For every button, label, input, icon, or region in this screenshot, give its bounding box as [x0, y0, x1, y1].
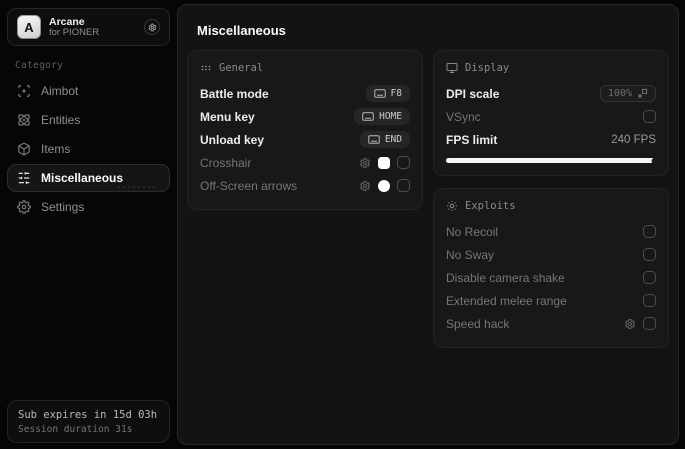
unload-key-keybind-button[interactable]: END	[359, 131, 410, 148]
menu-key-label: Menu key	[200, 109, 255, 124]
page-title: Miscellaneous	[197, 23, 286, 38]
dpi-scale-row: DPI scale 100%	[446, 82, 656, 105]
dpi-scale-value: 100%	[607, 88, 632, 99]
fps-limit-slider[interactable]	[446, 158, 657, 163]
logo-card: A Arcane for PIONER	[7, 8, 170, 46]
offscreen-arrows-row: Off-Screen arrows	[200, 174, 410, 197]
offscreen-arrows-checkbox[interactable]	[397, 179, 410, 192]
display-panel: Display DPI scale 100% VSync FPS limit 2…	[433, 50, 669, 176]
sidebar-item-settings[interactable]: Settings	[7, 193, 170, 221]
sub-expires-text: Sub expires in 15d 03h	[18, 409, 158, 421]
sun-rays-icon	[446, 200, 458, 212]
speed-hack-label: Speed hack	[446, 316, 510, 331]
speed-hack-checkbox[interactable]	[643, 317, 656, 330]
display-panel-header: Display	[465, 62, 510, 74]
app-subtitle: for PIONER	[49, 26, 100, 38]
sliders-icon	[17, 171, 31, 185]
sidebar-item-items[interactable]: Items	[7, 135, 170, 163]
offscreen-arrows-label: Off-Screen arrows	[200, 178, 298, 193]
no-sway-checkbox[interactable]	[643, 248, 656, 261]
crosshair-label: Crosshair	[200, 155, 252, 170]
menu-key-keybind-button[interactable]: HOME	[354, 108, 410, 125]
speed-hack-settings-gear-icon[interactable]	[624, 318, 636, 330]
session-duration-text: Session duration 31s	[18, 424, 133, 435]
sidebar-item-label: Miscellaneous	[41, 171, 124, 185]
sidebar-item-label: Aimbot	[41, 84, 79, 98]
menu-key-key-label: HOME	[379, 111, 402, 122]
disable-camera-shake-label: Disable camera shake	[446, 270, 565, 285]
keyboard-icon	[368, 135, 380, 144]
category-label: Category	[15, 60, 64, 71]
sidebar-item-miscellaneous[interactable]: Miscellaneous	[7, 164, 170, 192]
gear-icon	[148, 23, 157, 32]
keyboard-icon	[373, 89, 386, 98]
fps-limit-value: 240 FPS	[611, 133, 656, 146]
atom-icon	[17, 113, 31, 127]
subscription-status-card: Sub expires in 15d 03h Session duration …	[7, 400, 170, 443]
general-panel-header: General	[219, 62, 264, 74]
sidebar-item-label: Settings	[41, 200, 85, 214]
dpi-scale-value-button[interactable]: 100%	[599, 85, 656, 102]
offscreen-arrows-settings-gear-icon[interactable]	[359, 180, 371, 192]
battle-mode-row: Battle mode F8	[200, 82, 410, 105]
package-icon	[17, 142, 31, 156]
speed-hack-row: Speed hack	[446, 312, 656, 335]
monitor-icon	[446, 62, 458, 74]
grid-dots-icon	[200, 62, 212, 74]
no-sway-label: No Sway	[446, 247, 495, 262]
active-item-dots	[118, 186, 155, 188]
extended-melee-range-row: Extended melee range	[446, 289, 656, 312]
crosshair-color-swatch[interactable]	[378, 156, 390, 169]
keyboard-icon	[362, 112, 374, 121]
crosshair-checkbox[interactable]	[397, 156, 410, 169]
disable-camera-shake-row: Disable camera shake	[446, 266, 656, 289]
no-sway-row: No Sway	[446, 243, 656, 266]
main-content: Miscellaneous General Battle mode F8 Men…	[177, 4, 679, 445]
vsync-label: VSync	[446, 109, 481, 124]
no-recoil-row: No Recoil	[446, 220, 656, 243]
unload-key-key-label: END	[384, 134, 402, 145]
scaling-icon	[637, 88, 648, 99]
sidebar-item-aimbot[interactable]: Aimbot	[7, 77, 170, 105]
gear-icon	[17, 200, 31, 214]
fps-slider-knob[interactable]	[651, 158, 657, 163]
vsync-row: VSync	[446, 105, 656, 128]
vsync-checkbox[interactable]	[643, 110, 656, 123]
fps-limit-row: FPS limit 240 FPS	[446, 128, 656, 151]
unload-key-row: Unload key END	[200, 128, 410, 151]
sidebar-item-label: Items	[41, 142, 71, 156]
sidebar-nav: Aimbot Entities Items Miscellaneous Sett…	[7, 77, 170, 222]
fps-limit-label: FPS limit	[446, 132, 498, 147]
exploits-panel-header: Exploits	[465, 200, 516, 212]
battle-mode-label: Battle mode	[200, 86, 269, 101]
sidebar: A Arcane for PIONER Category Aimbot Enti…	[0, 0, 177, 449]
no-recoil-label: No Recoil	[446, 224, 499, 239]
scan-icon	[17, 84, 31, 98]
dpi-scale-label: DPI scale	[446, 86, 500, 101]
extended-melee-range-checkbox[interactable]	[643, 294, 656, 307]
exploits-panel: Exploits No Recoil No Sway Disable camer…	[433, 188, 669, 348]
app-name: Arcane	[49, 15, 85, 28]
crosshair-settings-gear-icon[interactable]	[359, 157, 371, 169]
disable-camera-shake-checkbox[interactable]	[643, 271, 656, 284]
sidebar-item-label: Entities	[41, 113, 81, 127]
menu-key-row: Menu key HOME	[200, 105, 410, 128]
no-recoil-checkbox[interactable]	[643, 225, 656, 238]
offscreen-arrows-color-swatch[interactable]	[378, 179, 390, 192]
fps-slider-fill	[446, 158, 654, 163]
extended-melee-range-label: Extended melee range	[446, 293, 567, 308]
settings-gear-button[interactable]	[144, 19, 160, 35]
sidebar-item-entities[interactable]: Entities	[7, 106, 170, 134]
unload-key-label: Unload key	[200, 132, 265, 147]
app-logo: A	[17, 15, 41, 39]
battle-mode-keybind-button[interactable]: F8	[365, 85, 410, 102]
general-panel: General Battle mode F8 Menu key HOME Unl…	[187, 50, 423, 210]
battle-mode-key-label: F8	[390, 88, 402, 99]
crosshair-row: Crosshair	[200, 151, 410, 174]
